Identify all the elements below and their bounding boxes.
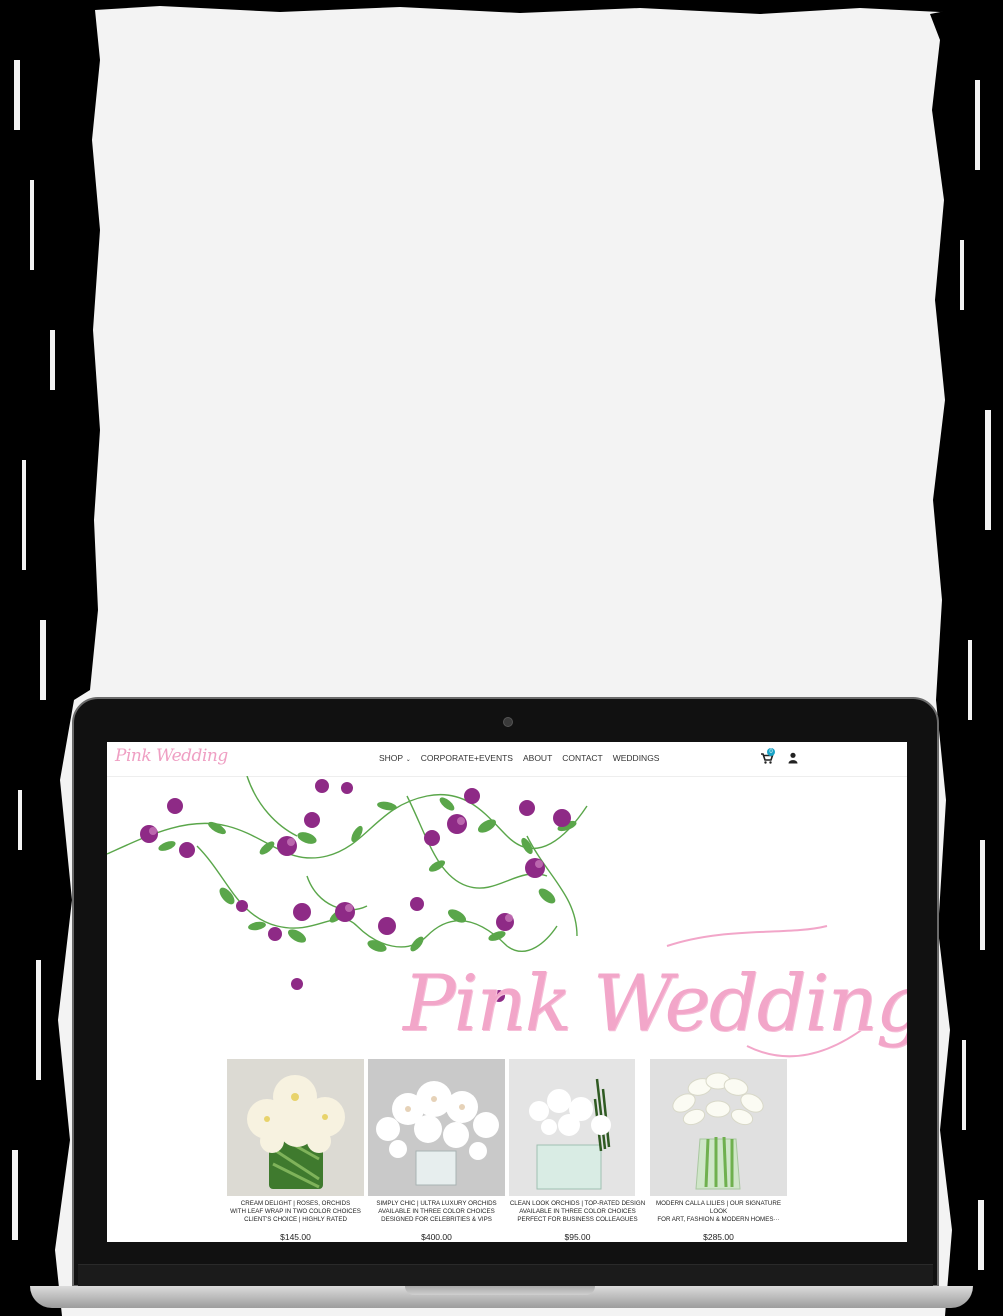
user-icon[interactable] bbox=[788, 752, 798, 764]
product-card[interactable]: SIMPLY CHIC | ULTRA LUXURY ORCHIDS AVAIL… bbox=[368, 1059, 505, 1242]
product-name-line: LOOK bbox=[709, 1208, 728, 1215]
nav-item-shop-label: SHOP bbox=[379, 753, 404, 763]
product-name[interactable]: SIMPLY CHIC | ULTRA LUXURY ORCHIDS AVAIL… bbox=[368, 1200, 505, 1224]
product-name[interactable]: CLEAN LOOK ORCHIDS | TOP-RATED DESIGN AV… bbox=[509, 1200, 646, 1224]
product-name-line: CLIENT'S CHOICE | HIGHLY RATED bbox=[244, 1216, 347, 1223]
chevron-down-icon: ⌄ bbox=[404, 757, 411, 763]
product-price: $95.00 bbox=[564, 1232, 591, 1242]
site-header: Pink Wedding SHOP ⌄ CORPORATE+EVENTS ABO… bbox=[107, 742, 907, 777]
product-image-cream-delight[interactable] bbox=[227, 1059, 364, 1196]
product-name-line: AVAILABLE IN THREE COLOR CHOICES bbox=[519, 1208, 636, 1215]
nav-item-shop[interactable]: SHOP ⌄ bbox=[379, 753, 411, 763]
webcam-icon bbox=[503, 717, 513, 727]
cart-count-badge: 0 bbox=[767, 748, 775, 756]
product-price: $285.00 bbox=[703, 1232, 734, 1242]
product-name-line: CREAM DELIGHT | ROSES, ORCHIDS bbox=[240, 1200, 351, 1207]
laptop-base-notch bbox=[405, 1286, 595, 1295]
product-name-line: PERFECT FOR BUSINESS COLLEAGUES bbox=[517, 1216, 638, 1223]
laptop-screen: Pink Wedding SHOP ⌄ CORPORATE+EVENTS ABO… bbox=[107, 742, 907, 1242]
product-card[interactable]: CLEAN LOOK ORCHIDS | TOP-RATED DESIGN AV… bbox=[509, 1059, 646, 1242]
product-image-clean-look-orchids[interactable] bbox=[509, 1059, 635, 1196]
hero-title: Pink Wedding bbox=[403, 959, 907, 1049]
product-image-simply-chic[interactable] bbox=[368, 1059, 505, 1196]
product-name-line: CLEAN LOOK ORCHIDS | TOP-RATED DESIGN bbox=[509, 1200, 646, 1207]
product-name-line: SIMPLY CHIC | ULTRA LUXURY ORCHIDS bbox=[376, 1200, 497, 1207]
product-name[interactable]: CREAM DELIGHT | ROSES, ORCHIDS WITH LEAF… bbox=[227, 1200, 364, 1224]
product-card[interactable]: MODERN CALLA LILIES | OUR SIGNATURE LOOK… bbox=[650, 1059, 787, 1242]
hero-banner: Pink Wedding bbox=[107, 775, 907, 1092]
product-image-modern-calla-lilies[interactable] bbox=[650, 1059, 787, 1196]
nav-item-weddings[interactable]: WEDDINGS bbox=[613, 753, 660, 763]
laptop-chin bbox=[78, 1264, 933, 1287]
product-card[interactable]: CREAM DELIGHT | ROSES, ORCHIDS WITH LEAF… bbox=[227, 1059, 364, 1242]
nav-item-corporate-events[interactable]: CORPORATE+EVENTS bbox=[421, 753, 513, 763]
product-name-line: AVAILABLE IN THREE COLOR CHOICES bbox=[378, 1208, 495, 1215]
product-price: $400.00 bbox=[421, 1232, 452, 1242]
main-nav: SHOP ⌄ CORPORATE+EVENTS ABOUT CONTACT WE… bbox=[379, 753, 659, 763]
product-name-line: DESIGNED FOR CELEBRITIES & VIPS bbox=[381, 1216, 492, 1223]
product-price: $145.00 bbox=[280, 1232, 311, 1242]
product-name-line: MODERN CALLA LILIES | OUR SIGNATURE bbox=[656, 1200, 781, 1207]
product-name-line: FOR ART, FASHION & MODERN HOMES··· bbox=[657, 1216, 780, 1223]
nav-item-about[interactable]: ABOUT bbox=[523, 753, 552, 763]
product-name[interactable]: MODERN CALLA LILIES | OUR SIGNATURE LOOK… bbox=[650, 1200, 787, 1224]
site-logo[interactable]: Pink Wedding bbox=[115, 746, 228, 766]
nav-item-contact[interactable]: CONTACT bbox=[562, 753, 602, 763]
product-grid: CREAM DELIGHT | ROSES, ORCHIDS WITH LEAF… bbox=[107, 1059, 907, 1242]
product-name-line: WITH LEAF WRAP IN TWO COLOR CHOICES bbox=[230, 1208, 361, 1215]
